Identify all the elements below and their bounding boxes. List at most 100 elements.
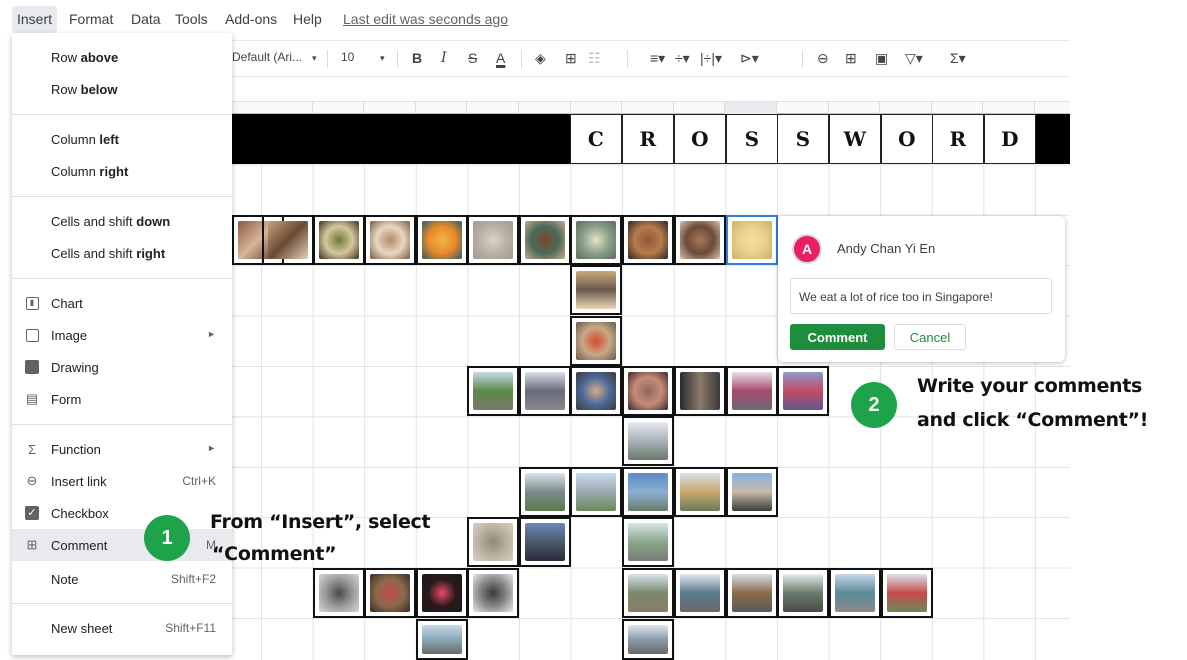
- crossword-letter-cell[interactable]: S: [777, 114, 829, 164]
- column-header[interactable]: [777, 102, 829, 114]
- building-photo-cell[interactable]: [519, 517, 571, 568]
- market-photo-cell[interactable]: [674, 366, 726, 417]
- italic-button[interactable]: I: [441, 50, 447, 66]
- filter-icon[interactable]: ▽▾: [905, 50, 923, 67]
- menu-item-cells-shift-right[interactable]: Cells and shift right: [12, 237, 232, 269]
- text-wrap-icon[interactable]: |÷|▾: [700, 50, 722, 67]
- font-size-select[interactable]: 10: [341, 50, 354, 64]
- crossword-letter-cell[interactable]: C: [570, 114, 622, 164]
- menu-help[interactable]: Help: [293, 11, 322, 27]
- street-photo-cell[interactable]: [467, 366, 519, 417]
- column-header[interactable]: [313, 102, 365, 114]
- street-photo-cell[interactable]: [777, 568, 829, 619]
- market-photo-cell[interactable]: [622, 366, 674, 417]
- street-photo-cell[interactable]: [777, 366, 829, 417]
- crossword-letter-cell[interactable]: R: [932, 114, 984, 164]
- column-header[interactable]: [829, 102, 881, 114]
- horizontal-align-icon[interactable]: ≡▾: [650, 50, 665, 67]
- menu-item-comment[interactable]: ⊞ Comment M: [12, 529, 232, 561]
- bold-button[interactable]: B: [412, 50, 422, 66]
- column-header[interactable]: [983, 102, 1035, 114]
- borders-icon[interactable]: ⊞: [565, 50, 577, 67]
- menu-addons[interactable]: Add-ons: [225, 11, 277, 27]
- menu-item-form[interactable]: ▤ Form: [12, 383, 232, 415]
- column-header[interactable]: [674, 102, 726, 114]
- menu-item-row-below[interactable]: Row below: [12, 73, 232, 105]
- street-photo-cell[interactable]: [622, 467, 674, 518]
- menu-item-insert-link[interactable]: ⊖ Insert link Ctrl+K: [12, 465, 232, 497]
- column-header[interactable]: [467, 102, 519, 114]
- text-color-button[interactable]: A: [496, 50, 505, 66]
- menu-item-image[interactable]: Image ►: [12, 319, 232, 351]
- crossword-letter-cell[interactable]: D: [984, 114, 1036, 164]
- last-edit-link[interactable]: Last edit was seconds ago: [343, 11, 508, 27]
- menu-item-checkbox[interactable]: ✓ Checkbox: [12, 497, 232, 529]
- object-photo-cell[interactable]: [467, 568, 519, 619]
- functions-icon[interactable]: Σ▾: [950, 50, 966, 67]
- street-photo-cell[interactable]: [881, 568, 933, 619]
- street-photo-cell[interactable]: [622, 568, 674, 619]
- crossword-letter-cell[interactable]: O: [881, 114, 933, 164]
- chevron-down-icon[interactable]: ▾: [380, 53, 385, 64]
- street-photo-cell[interactable]: [519, 366, 571, 417]
- photo-cell[interactable]: [570, 316, 622, 367]
- menu-insert[interactable]: Insert: [12, 6, 58, 33]
- column-header[interactable]: [571, 102, 623, 114]
- merge-cells-icon[interactable]: ☷: [588, 50, 601, 67]
- building-photo-cell[interactable]: [622, 416, 674, 467]
- column-header[interactable]: [622, 102, 674, 114]
- column-header[interactable]: [932, 102, 984, 114]
- street-photo-cell[interactable]: [570, 467, 622, 518]
- food-photo-cell[interactable]: [467, 215, 519, 266]
- chevron-down-icon[interactable]: ▾: [312, 53, 317, 64]
- menu-item-column-right[interactable]: Column right: [12, 155, 232, 187]
- crossword-letter-cell[interactable]: S: [726, 114, 778, 164]
- column-header[interactable]: [416, 102, 468, 114]
- photo-cell[interactable]: [570, 265, 622, 316]
- object-photo-cell[interactable]: [364, 568, 416, 619]
- object-photo-cell[interactable]: [416, 568, 468, 619]
- insert-chart-icon[interactable]: ▣: [875, 50, 888, 67]
- black-header-cells[interactable]: [232, 114, 570, 164]
- strikethrough-button[interactable]: S: [468, 50, 477, 66]
- object-photo-cell[interactable]: [313, 568, 365, 619]
- street-photo-cell[interactable]: [622, 619, 674, 660]
- column-header[interactable]: [519, 102, 571, 114]
- food-photo-cell[interactable]: [674, 215, 726, 266]
- building-photo-cell[interactable]: [674, 467, 726, 518]
- fill-color-icon[interactable]: ◈: [535, 50, 546, 67]
- crossword-letter-cell[interactable]: W: [829, 114, 881, 164]
- menu-item-row-above[interactable]: Row above: [12, 41, 232, 73]
- insert-comment-icon[interactable]: ⊞: [845, 50, 857, 67]
- insert-link-icon[interactable]: ⊖: [817, 50, 829, 67]
- column-header[interactable]: [261, 102, 313, 114]
- street-photo-cell[interactable]: [726, 568, 778, 619]
- menu-item-note[interactable]: Note Shift+F2: [12, 563, 232, 595]
- food-photo-cell[interactable]: [262, 215, 314, 266]
- street-photo-cell[interactable]: [726, 366, 778, 417]
- menu-data[interactable]: Data: [131, 11, 161, 27]
- text-rotation-icon[interactable]: ⊳▾: [740, 50, 759, 67]
- column-header[interactable]: [880, 102, 932, 114]
- comment-cancel-button[interactable]: Cancel: [894, 324, 966, 350]
- building-photo-cell[interactable]: [519, 467, 571, 518]
- comment-input[interactable]: We eat a lot of rice too in Singapore!: [790, 278, 1052, 314]
- menu-item-function[interactable]: Σ Function ►: [12, 433, 232, 465]
- column-header[interactable]: [725, 102, 777, 114]
- vertical-align-icon[interactable]: ÷▾: [675, 50, 690, 67]
- crossword-letter-cell[interactable]: O: [674, 114, 726, 164]
- menu-tools[interactable]: Tools: [175, 11, 208, 27]
- food-photo-cell[interactable]: [364, 215, 416, 266]
- comment-submit-button[interactable]: Comment: [790, 324, 885, 350]
- people-photo-cell[interactable]: [570, 366, 622, 417]
- crossword-letter-cell[interactable]: R: [622, 114, 674, 164]
- food-photo-cell[interactable]: [519, 215, 571, 266]
- street-photo-cell[interactable]: [674, 568, 726, 619]
- menu-item-drawing[interactable]: Drawing: [12, 351, 232, 383]
- menu-item-chart[interactable]: ▮ Chart: [12, 287, 232, 319]
- menu-format[interactable]: Format: [69, 11, 113, 27]
- street-photo-cell[interactable]: [622, 517, 674, 568]
- food-photo-cell[interactable]: [622, 215, 674, 266]
- column-header[interactable]: [364, 102, 416, 114]
- street-photo-cell[interactable]: [416, 619, 468, 660]
